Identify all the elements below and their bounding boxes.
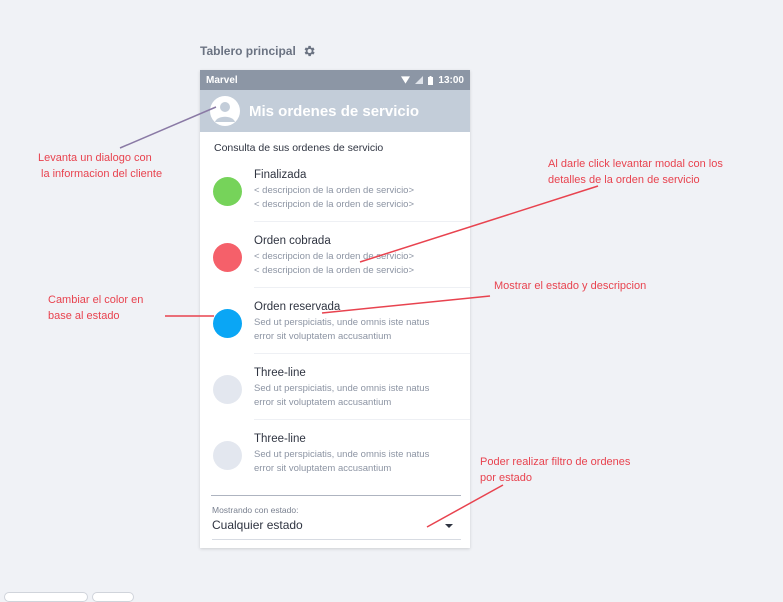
bottom-tab[interactable] [4, 592, 88, 602]
status-dot [213, 309, 242, 338]
annotation-text-line: detalles de la orden de servicio [548, 174, 700, 186]
order-description-line1: Sed ut perspiciatis, unde omnis iste nat… [254, 317, 430, 328]
orders-list: Finalizada < descripcion de la orden de … [200, 156, 470, 486]
status-dot [213, 177, 242, 206]
order-item-three-line-2[interactable]: Three-line Sed ut perspiciatis, unde omn… [200, 420, 470, 486]
status-dot [213, 375, 242, 404]
order-description-line2: error sit voluptatem accusantium [254, 331, 392, 342]
order-description-line2: error sit voluptatem accusantium [254, 397, 392, 408]
user-avatar-icon[interactable] [210, 96, 240, 126]
order-title: Orden reservada [254, 301, 341, 313]
annotation-text-line: la informacion del cliente [41, 168, 163, 180]
status-dot [213, 441, 242, 470]
order-description-line2: < descripcion de la orden de servicio> [254, 199, 415, 210]
annotation-show-state: Mostrar el estado y descripcion [494, 278, 646, 294]
list-subheader: Consulta de sus ordenes de servicio [214, 142, 384, 154]
battery-icon [428, 75, 434, 85]
bottom-tab[interactable] [92, 592, 134, 602]
order-item-cobrada[interactable]: Orden cobrada < descripcion de la orden … [200, 222, 470, 288]
annotation-text-line: Al darle click levantar modal con los [548, 158, 723, 170]
dropdown-caret-icon [445, 524, 453, 528]
gear-icon[interactable] [302, 44, 316, 58]
annotation-text-line: Levanta un dialogo con [38, 152, 152, 164]
signal-icon [415, 76, 424, 84]
order-title: Orden cobrada [254, 235, 331, 247]
filter-value: Cualquier estado [212, 518, 303, 532]
order-title: Finalizada [254, 169, 307, 181]
annotation-text-line: Poder realizar filtro de ordenes [480, 456, 631, 468]
order-description-line2: < descripcion de la orden de servicio> [254, 265, 415, 276]
status-time: 13:00 [438, 74, 464, 86]
annotation-text-line: Mostrar el estado y descripcion [494, 280, 647, 292]
annotation-client-dialog: Levanta un dialogo con la informacion de… [38, 150, 162, 182]
order-item-reservada[interactable]: Orden reservada Sed ut perspiciatis, und… [200, 288, 470, 354]
annotation-change-color: Cambiar el color en base al estado [48, 292, 143, 324]
carrier-label: Marvel [206, 74, 238, 86]
app-bar-title: Mis ordenes de servicio [249, 102, 420, 120]
app-bar: Mis ordenes de servicio [200, 90, 470, 132]
status-bar: Marvel 13:00 [200, 70, 470, 90]
annotation-text-line: Cambiar el color en [48, 294, 144, 306]
status-filter-select[interactable]: Mostrando con estado: Cualquier estado [212, 505, 461, 540]
order-title: Three-line [254, 367, 306, 379]
order-title: Three-line [254, 433, 306, 445]
order-description-line1: < descripcion de la orden de servicio> [254, 251, 415, 262]
board-title: Tablero principal [200, 44, 296, 58]
filter-separator [211, 495, 461, 496]
order-item-three-line-1[interactable]: Three-line Sed ut perspiciatis, unde omn… [200, 354, 470, 420]
annotation-text-line: base al estado [48, 310, 120, 322]
order-description-line1: Sed ut perspiciatis, unde omnis iste nat… [254, 383, 430, 394]
status-icons: 13:00 [401, 75, 464, 86]
status-dot [213, 243, 242, 272]
annotation-modal-details: Al darle click levantar modal con los de… [548, 156, 723, 188]
filter-label: Mostrando con estado: [212, 505, 299, 515]
annotation-filter-orders: Poder realizar filtro de ordenes por est… [480, 454, 630, 486]
wifi-icon [401, 76, 411, 84]
annotation-text-line: por estado [480, 472, 532, 484]
order-description-line2: error sit voluptatem accusantium [254, 463, 392, 474]
order-item-finalizada[interactable]: Finalizada < descripcion de la orden de … [200, 156, 470, 222]
order-description-line1: Sed ut perspiciatis, unde omnis iste nat… [254, 449, 430, 460]
board-title-bar: Tablero principal [200, 42, 316, 60]
phone-frame: Marvel 13:00 Mis ordenes de servicio Con… [200, 70, 470, 548]
bottom-controls [0, 592, 140, 602]
order-description-line1: < descripcion de la orden de servicio> [254, 185, 415, 196]
